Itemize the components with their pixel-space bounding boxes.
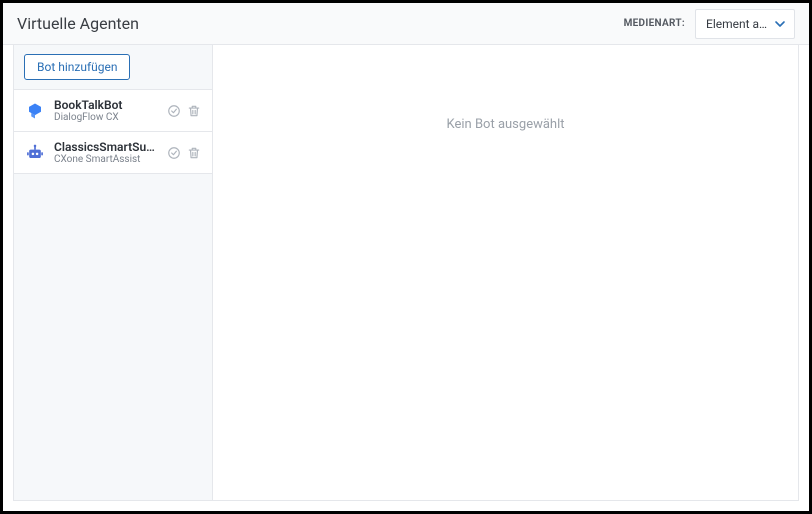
page-body: Bot hinzufügen BookTalkBot DialogFlow CX (3, 45, 809, 511)
chevron-down-icon (774, 18, 786, 30)
smartassist-icon (24, 142, 46, 164)
empty-state-text: Kein Bot ausgewählt (447, 117, 565, 132)
trash-icon[interactable] (186, 103, 202, 119)
media-type-label: MEDIENART: (624, 18, 685, 29)
page-title: Virtuelle Agenten (17, 14, 139, 33)
bot-actions (166, 103, 202, 119)
bot-subtitle: DialogFlow CX (54, 112, 158, 123)
bot-text: ClassicsSmartSupport CXone SmartAssist (54, 140, 158, 165)
sidebar: Bot hinzufügen BookTalkBot DialogFlow CX (13, 45, 213, 501)
bot-name: ClassicsSmartSupport (54, 140, 158, 154)
dialogflow-icon (24, 100, 46, 122)
header-controls: MEDIENART: Element a... (624, 9, 795, 39)
trash-icon[interactable] (186, 145, 202, 161)
bot-item-classicssmartsupport[interactable]: ClassicsSmartSupport CXone SmartAssist (14, 132, 212, 174)
bot-list: BookTalkBot DialogFlow CX (14, 90, 212, 174)
bot-subtitle: CXone SmartAssist (54, 154, 158, 165)
main-panel: Kein Bot ausgewählt (213, 45, 799, 501)
bot-actions (166, 145, 202, 161)
media-type-select[interactable]: Element a... (695, 9, 795, 39)
bot-item-booktalkbot[interactable]: BookTalkBot DialogFlow CX (14, 90, 212, 132)
check-icon[interactable] (166, 103, 182, 119)
bot-name: BookTalkBot (54, 98, 158, 112)
add-button-row: Bot hinzufügen (14, 45, 212, 90)
select-value: Element a... (706, 17, 768, 31)
page-header: Virtuelle Agenten MEDIENART: Element a..… (3, 3, 809, 45)
bot-text: BookTalkBot DialogFlow CX (54, 98, 158, 123)
check-icon[interactable] (166, 145, 182, 161)
add-bot-button[interactable]: Bot hinzufügen (24, 54, 130, 80)
